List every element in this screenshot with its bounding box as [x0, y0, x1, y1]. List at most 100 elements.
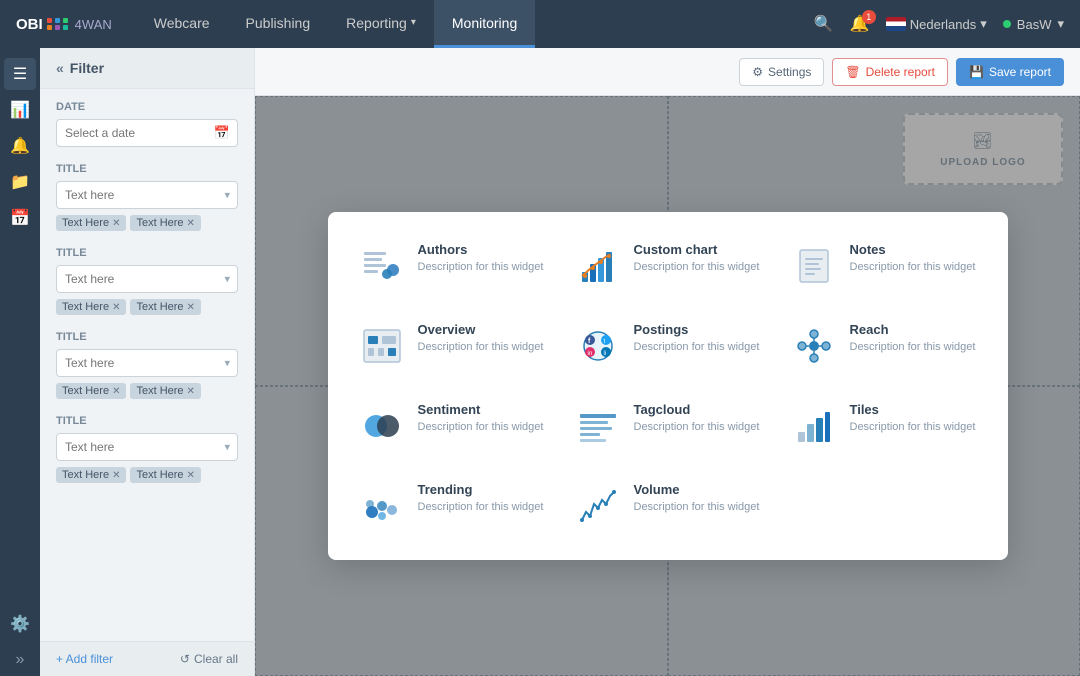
widget-authors[interactable]: Authors Description for this widget	[352, 236, 552, 296]
select-arrow-4: ▾	[224, 441, 230, 454]
notification-badge: 1	[862, 10, 876, 24]
tag-close-2-2[interactable]: ✕	[187, 302, 195, 313]
sidebar-icon-expand[interactable]: »	[4, 644, 36, 676]
title-select-1[interactable]	[56, 181, 238, 209]
title-select-3[interactable]	[56, 349, 238, 377]
sidebar-icon-menu[interactable]: ☰	[4, 58, 36, 90]
title-select-wrap-3: ▾	[56, 349, 238, 377]
title-label-2: Title	[56, 247, 238, 259]
nav-reporting[interactable]: Reporting ▾	[328, 0, 434, 48]
title-select-wrap-4: ▾	[56, 433, 238, 461]
tag-close-3-2[interactable]: ✕	[187, 386, 195, 397]
tag-close-1-1[interactable]: ✕	[112, 218, 120, 229]
modal-overlay[interactable]: Authors Description for this widget	[255, 96, 1080, 676]
postings-desc: Description for this widget	[634, 340, 760, 355]
user-online-indicator	[1003, 20, 1011, 28]
delete-label: Delete report	[866, 65, 935, 79]
widget-postings[interactable]: f t in li Postings Description f	[568, 316, 768, 376]
overview-name: Overview	[418, 322, 544, 337]
filter-icon: «	[56, 60, 64, 76]
tag-close-1-2[interactable]: ✕	[187, 218, 195, 229]
trending-desc: Description for this widget	[418, 500, 544, 515]
settings-button[interactable]: ⚙ Settings	[739, 58, 824, 86]
widget-notes[interactable]: Notes Description for this widget	[784, 236, 984, 296]
date-input[interactable]	[56, 119, 238, 147]
language-selector[interactable]: Nederlands ▾	[886, 16, 987, 32]
tag-close-4-1[interactable]: ✕	[112, 470, 120, 481]
logo-dot	[55, 18, 60, 23]
logo-dot	[63, 25, 68, 30]
widget-sentiment[interactable]: 😊 😔 Sentiment Description for this widge…	[352, 396, 552, 456]
save-report-button[interactable]: 💾 Save report	[956, 58, 1064, 86]
widget-tiles[interactable]: Tiles Description for this widget	[784, 396, 984, 456]
notification-icon[interactable]: 🔔 1	[850, 14, 870, 34]
nav-publishing[interactable]: Publishing	[228, 0, 329, 48]
date-input-wrap: 📅	[56, 119, 238, 147]
tag-1-2: Text Here ✕	[130, 215, 200, 231]
nav-monitoring[interactable]: Monitoring	[434, 0, 535, 48]
notes-icon	[790, 242, 838, 290]
title-label-3: Title	[56, 331, 238, 343]
tagcloud-desc: Description for this widget	[634, 420, 760, 435]
title-label-1: Title	[56, 163, 238, 175]
date-label: Date	[56, 101, 238, 113]
title-select-2[interactable]	[56, 265, 238, 293]
tag-3-1: Text Here ✕	[56, 383, 126, 399]
reporting-dropdown-arrow: ▾	[411, 17, 416, 28]
sidebar-icon-bell[interactable]: 🔔	[4, 130, 36, 162]
postings-info: Postings Description for this widget	[634, 322, 760, 355]
search-icon[interactable]: 🔍	[814, 14, 834, 34]
title-section-3: Title ▾ Text Here ✕ Text Here ✕	[56, 331, 238, 399]
title-select-wrap-1: ▾	[56, 181, 238, 209]
filter-footer: + Add filter ↺ Clear all	[40, 641, 254, 676]
delete-icon: 🗑	[845, 65, 860, 79]
tag-close-3-1[interactable]: ✕	[112, 386, 120, 397]
filter-title: Filter	[70, 60, 104, 76]
nav-items: Webcare Publishing Reporting ▾ Monitorin…	[136, 0, 536, 48]
widget-tagcloud[interactable]: Tagcloud Description for this widget	[568, 396, 768, 456]
nav-webcare[interactable]: Webcare	[136, 0, 228, 48]
widget-trending[interactable]: Trending Description for this widget	[352, 476, 552, 536]
sidebar-icon-chart[interactable]: 📊	[4, 94, 36, 126]
main-layout: ☰ 📊 🔔 📁 📅 ⚙️ » « Filter Date 📅 Title	[0, 48, 1080, 676]
sidebar-icon-settings[interactable]: ⚙️	[4, 608, 36, 640]
tags-row-3: Text Here ✕ Text Here ✕	[56, 383, 238, 399]
custom-chart-icon	[574, 242, 622, 290]
reach-desc: Description for this widget	[850, 340, 976, 355]
tiles-desc: Description for this widget	[850, 420, 976, 435]
calendar-icon: 📅	[214, 125, 230, 141]
tag-close-4-2[interactable]: ✕	[187, 470, 195, 481]
sidebar-icons: ☰ 📊 🔔 📁 📅 ⚙️ »	[0, 48, 40, 676]
custom-chart-info: Custom chart Description for this widget	[634, 242, 760, 275]
sentiment-icon: 😊 😔	[358, 402, 406, 450]
logo-dot	[47, 18, 52, 23]
svg-text:li: li	[603, 351, 606, 357]
title-select-4[interactable]	[56, 433, 238, 461]
user-menu[interactable]: BasW ▾	[1003, 16, 1064, 32]
sidebar-icon-calendar[interactable]: 📅	[4, 202, 36, 234]
tagcloud-name: Tagcloud	[634, 402, 760, 417]
widget-overview[interactable]: Overview Description for this widget	[352, 316, 552, 376]
content-area: ⚙ Settings 🗑 Delete report 💾 Save report…	[255, 48, 1080, 676]
notes-name: Notes	[850, 242, 976, 257]
authors-desc: Description for this widget	[418, 260, 544, 275]
add-filter-button[interactable]: + Add filter	[56, 652, 113, 666]
logo-dot	[55, 25, 60, 30]
nav-right: 🔍 🔔 1 Nederlands ▾ BasW ▾	[814, 14, 1064, 34]
clear-all-button[interactable]: ↺ Clear all	[180, 652, 238, 666]
sidebar-icon-folder[interactable]: 📁	[4, 166, 36, 198]
tag-3-2: Text Here ✕	[130, 383, 200, 399]
content-toolbar: ⚙ Settings 🗑 Delete report 💾 Save report	[255, 48, 1080, 96]
widget-reach[interactable]: Reach Description for this widget	[784, 316, 984, 376]
overview-desc: Description for this widget	[418, 340, 544, 355]
title-label-4: Title	[56, 415, 238, 427]
overview-icon	[358, 322, 406, 370]
postings-icon: f t in li	[574, 322, 622, 370]
widget-volume[interactable]: Volume Description for this widget	[568, 476, 768, 536]
volume-info: Volume Description for this widget	[634, 482, 760, 515]
volume-desc: Description for this widget	[634, 500, 760, 515]
sentiment-info: Sentiment Description for this widget	[418, 402, 544, 435]
widget-custom-chart[interactable]: Custom chart Description for this widget	[568, 236, 768, 296]
delete-report-button[interactable]: 🗑 Delete report	[832, 58, 948, 86]
tag-close-2-1[interactable]: ✕	[112, 302, 120, 313]
